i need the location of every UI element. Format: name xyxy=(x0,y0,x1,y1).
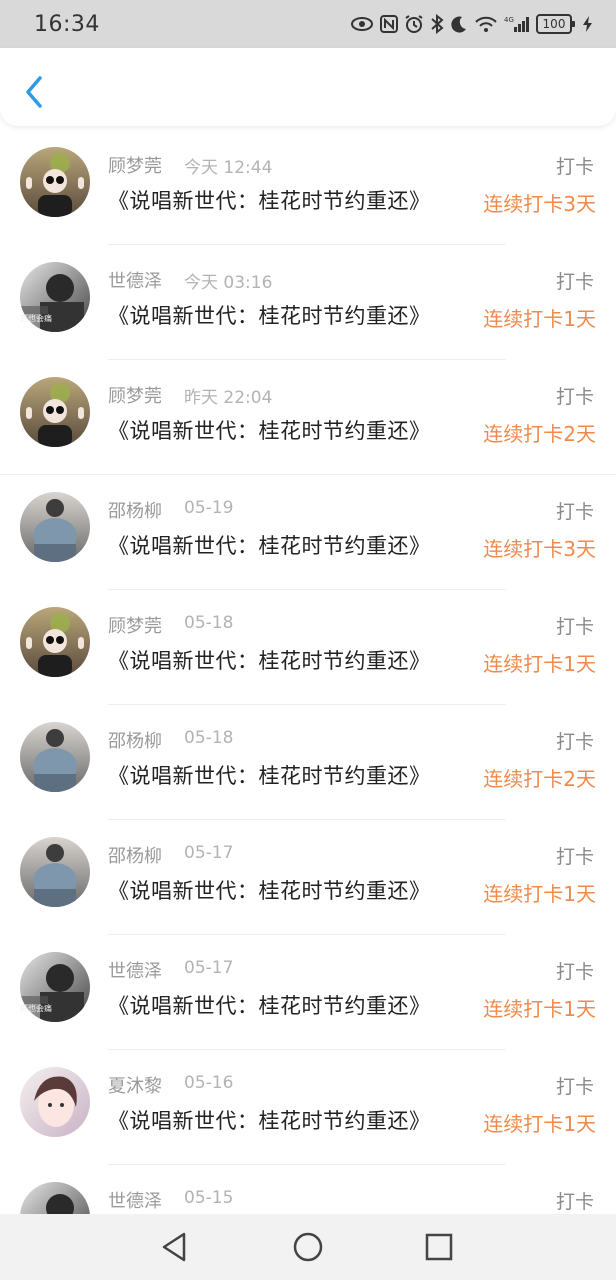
checkin-row[interactable]: 邵杨柳 05-18 《说唱新世代：桂花时节约重还》 打卡 连续打卡2天 xyxy=(0,705,616,820)
network-label: 4G xyxy=(504,16,514,24)
show-title: 《说唱新世代：桂花时节约重还》 xyxy=(108,534,431,558)
user-name[interactable]: 世德泽 xyxy=(108,1187,162,1213)
user-avatar[interactable] xyxy=(20,147,90,217)
checkin-type: 打卡 xyxy=(555,731,594,753)
checkin-date: 05-18 xyxy=(184,613,234,633)
user-name[interactable]: 顾梦莞 xyxy=(108,152,162,178)
checkin-row[interactable]: 顾梦莞 今天 12:44 《说唱新世代：桂花时节约重还》 打卡 连续打卡3天 xyxy=(0,130,616,245)
user-name[interactable]: 邵杨柳 xyxy=(108,842,162,868)
charging-icon xyxy=(583,16,592,32)
status-time: 16:34 xyxy=(34,11,100,37)
show-title: 《说唱新世代：桂花时节约重还》 xyxy=(108,649,431,673)
app-header xyxy=(0,48,616,126)
system-nav-bar xyxy=(0,1214,616,1280)
user-avatar[interactable] xyxy=(20,607,90,677)
user-name[interactable]: 夏沐黎 xyxy=(108,1072,162,1098)
checkin-date: 05-17 xyxy=(184,958,234,978)
streak-label: 连续打卡2天 xyxy=(483,422,596,446)
avatar-caption: 先也会痛 xyxy=(20,314,52,323)
nav-back-icon[interactable] xyxy=(158,1230,192,1264)
user-avatar[interactable] xyxy=(20,837,90,907)
checkin-date: 昨天 22:04 xyxy=(184,388,273,408)
show-title: 《说唱新世代：桂花时节约重还》 xyxy=(108,1109,431,1133)
streak-label: 连续打卡3天 xyxy=(483,537,596,561)
show-title: 《说唱新世代：桂花时节约重还》 xyxy=(108,419,431,443)
user-name[interactable]: 世德泽 xyxy=(108,957,162,983)
checkin-row[interactable]: 顾梦莞 05-18 《说唱新世代：桂花时节约重还》 打卡 连续打卡1天 xyxy=(0,590,616,705)
battery-indicator: 100 xyxy=(536,14,575,34)
checkin-row[interactable]: 邵杨柳 05-17 《说唱新世代：桂花时节约重还》 打卡 连续打卡1天 xyxy=(0,820,616,935)
moon-icon xyxy=(451,16,466,33)
checkin-type: 打卡 xyxy=(555,271,594,293)
checkin-type: 打卡 xyxy=(555,846,594,868)
bluetooth-icon xyxy=(431,14,444,34)
checkin-date: 今天 03:16 xyxy=(184,273,273,293)
avatar-caption: 先也会痛 xyxy=(20,1004,52,1013)
nfc-icon xyxy=(380,15,398,33)
checkin-date: 05-18 xyxy=(184,728,234,748)
checkin-type: 打卡 xyxy=(555,1191,594,1213)
show-title: 《说唱新世代：桂花时节约重还》 xyxy=(108,304,431,328)
chevron-left-icon[interactable] xyxy=(18,72,50,112)
checkin-date: 05-16 xyxy=(184,1073,234,1093)
checkin-row[interactable]: 夏沐黎 05-16 《说唱新世代：桂花时节约重还》 打卡 连续打卡1天 xyxy=(0,1050,616,1165)
signal-icon: 4G xyxy=(504,16,529,32)
streak-label: 连续打卡3天 xyxy=(483,192,596,216)
show-title: 《说唱新世代：桂花时节约重还》 xyxy=(108,879,431,903)
checkin-type: 打卡 xyxy=(555,386,594,408)
streak-label: 连续打卡1天 xyxy=(483,652,596,676)
checkin-date: 05-17 xyxy=(184,843,234,863)
show-title: 《说唱新世代：桂花时节约重还》 xyxy=(108,994,431,1018)
checkin-type: 打卡 xyxy=(555,501,594,523)
user-name[interactable]: 顾梦莞 xyxy=(108,382,162,408)
user-avatar[interactable] xyxy=(20,377,90,447)
checkin-row[interactable]: 世德泽 05-17 《说唱新世代：桂花时节约重还》 打卡 连续打卡1天 先也会痛 xyxy=(0,935,616,1050)
checkin-list: 顾梦莞 今天 12:44 《说唱新世代：桂花时节约重还》 打卡 连续打卡3天 世… xyxy=(0,130,616,1280)
checkin-type: 打卡 xyxy=(555,1076,594,1098)
streak-label: 连续打卡1天 xyxy=(483,307,596,331)
checkin-date: 05-15 xyxy=(184,1188,234,1208)
user-name[interactable]: 邵杨柳 xyxy=(108,727,162,753)
status-bar: 16:34 4G 100 xyxy=(0,0,616,48)
nav-home-icon[interactable] xyxy=(291,1230,325,1264)
status-icons: 4G 100 xyxy=(350,14,594,34)
checkin-date: 05-19 xyxy=(184,498,234,518)
user-avatar[interactable] xyxy=(20,492,90,562)
checkin-date: 今天 12:44 xyxy=(184,158,273,178)
checkin-type: 打卡 xyxy=(555,616,594,638)
user-avatar[interactable] xyxy=(20,722,90,792)
streak-label: 连续打卡1天 xyxy=(483,1112,596,1136)
checkin-row[interactable]: 世德泽 今天 03:16 《说唱新世代：桂花时节约重还》 打卡 连续打卡1天 先… xyxy=(0,245,616,360)
checkin-type: 打卡 xyxy=(555,156,594,178)
user-name[interactable]: 世德泽 xyxy=(108,267,162,293)
checkin-row[interactable]: 顾梦莞 昨天 22:04 《说唱新世代：桂花时节约重还》 打卡 连续打卡2天 xyxy=(0,360,616,475)
checkin-row[interactable]: 邵杨柳 05-19 《说唱新世代：桂花时节约重还》 打卡 连续打卡3天 xyxy=(0,475,616,590)
user-name[interactable]: 顾梦莞 xyxy=(108,612,162,638)
show-title: 《说唱新世代：桂花时节约重还》 xyxy=(108,764,431,788)
show-title: 《说唱新世代：桂花时节约重还》 xyxy=(108,189,431,213)
eye-icon xyxy=(351,17,373,31)
user-name[interactable]: 邵杨柳 xyxy=(108,497,162,523)
streak-label: 连续打卡1天 xyxy=(483,997,596,1021)
streak-label: 连续打卡2天 xyxy=(483,767,596,791)
nav-recents-icon[interactable] xyxy=(422,1230,456,1264)
alarm-icon xyxy=(405,15,423,33)
user-avatar[interactable] xyxy=(20,1067,90,1137)
wifi-icon xyxy=(475,16,497,32)
streak-label: 连续打卡1天 xyxy=(483,882,596,906)
checkin-type: 打卡 xyxy=(555,961,594,983)
